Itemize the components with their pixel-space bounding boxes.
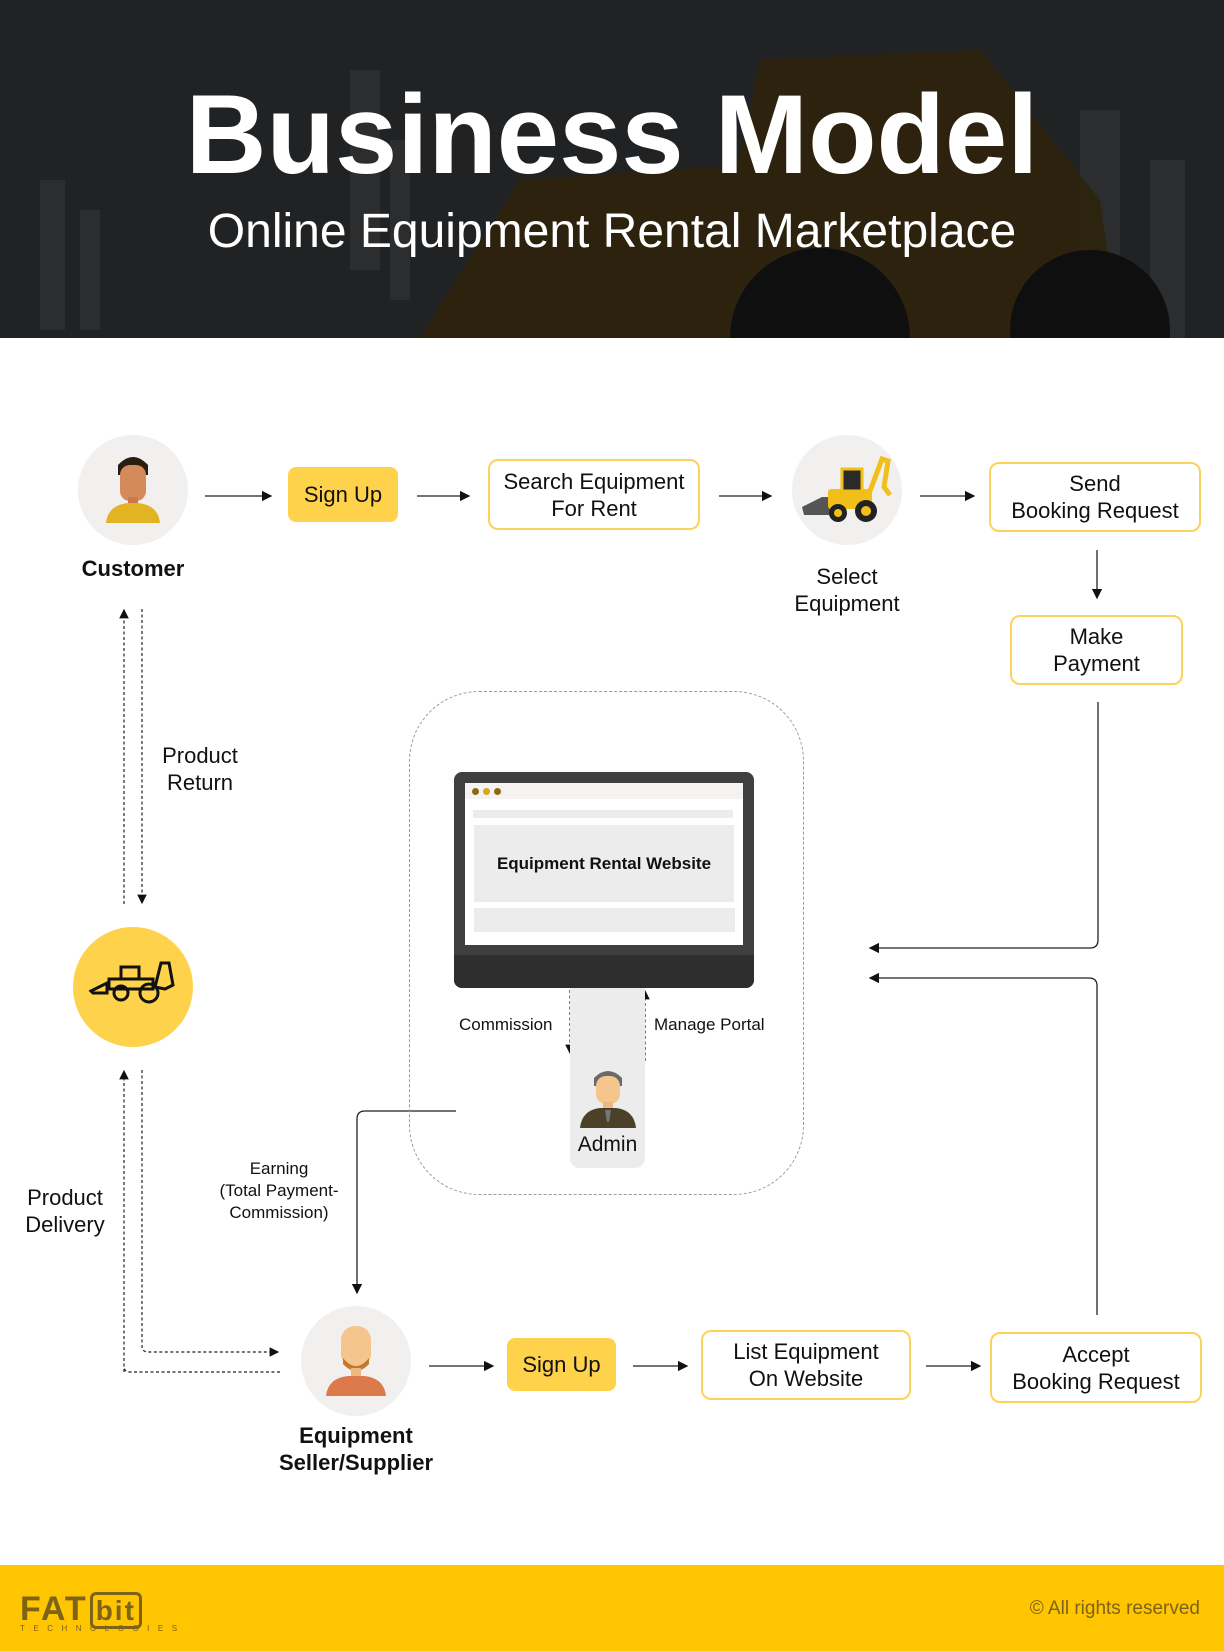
product-return-line-2: Return <box>166 770 234 795</box>
equipment-yellow-circle <box>73 927 193 1047</box>
backhoe-outline-icon <box>88 961 175 1004</box>
product-delivery-label: Product Delivery <box>5 1184 125 1238</box>
arrow-accept-website <box>868 972 1098 1315</box>
search-equipment-box[interactable]: Search Equipment For Rent <box>488 459 700 530</box>
earning-label: Earning (Total Payment- Commission) <box>199 1158 359 1224</box>
website-label: Equipment Rental Website <box>496 853 712 873</box>
select-equipment-circle[interactable] <box>792 435 902 545</box>
page-title: Business Model <box>185 72 1039 197</box>
customer-sign-up-button[interactable]: Sign Up <box>288 467 398 522</box>
website-monitor[interactable]: Equipment Rental Website <box>454 772 754 988</box>
payment-line-1: Make <box>1069 624 1124 649</box>
website-hero-block: Equipment Rental Website <box>474 825 734 902</box>
monitor-chin <box>454 955 754 988</box>
arrow-payment-website <box>868 702 1099 954</box>
product-delivery-line-2: Delivery <box>25 1212 105 1237</box>
search-line-1: Search Equipment <box>503 468 685 494</box>
accept-line-2: Booking Request <box>1012 1368 1180 1394</box>
manage-portal-label: Manage Portal <box>654 1015 765 1034</box>
send-line-1: Send <box>1069 471 1121 496</box>
seller-line-2: Seller/Supplier <box>278 1450 434 1475</box>
select-line-1: Select <box>816 564 878 589</box>
customer-person-icon <box>106 457 160 523</box>
seller-label: Equipment Seller/Supplier <box>256 1422 456 1476</box>
list-equipment-box[interactable]: List Equipment On Website <box>701 1330 911 1400</box>
line-seller-to-delivery <box>123 1365 280 1373</box>
logo-main: FAT <box>20 1590 88 1628</box>
page-subtitle: Online Equipment Rental Marketplace <box>207 205 1017 258</box>
seller-line-1: Equipment <box>299 1423 413 1448</box>
browser-bar <box>465 783 743 799</box>
search-line-2: For Rent <box>551 495 637 521</box>
window-dot-icon <box>494 788 501 795</box>
window-dot-icon <box>483 788 490 795</box>
window-dot-icon <box>472 788 479 795</box>
commission-label: Commission <box>459 1015 553 1034</box>
placeholder-bar <box>473 810 733 818</box>
logo-subtitle: TECHNOLOGIES <box>20 1624 186 1633</box>
seller-avatar <box>301 1306 411 1416</box>
accept-booking-request-box[interactable]: Accept Booking Request <box>990 1332 1202 1403</box>
earning-line-3: Commission) <box>229 1203 329 1222</box>
customer-avatar <box>78 435 188 545</box>
product-return-line-1: Product <box>162 743 238 768</box>
admin-person-icon <box>580 1071 636 1128</box>
backhoe-loader-icon <box>802 455 892 522</box>
select-equipment-label: Select Equipment <box>767 563 927 617</box>
monitor-screen: Equipment Rental Website <box>465 783 743 945</box>
list-line-2: On Website <box>748 1366 864 1391</box>
accept-line-1: Accept <box>1062 1341 1130 1367</box>
customer-label: Customer <box>81 556 185 581</box>
header-banner: Business Model Online Equipment Rental M… <box>0 0 1224 338</box>
placeholder-bar <box>474 908 735 932</box>
make-payment-box[interactable]: Make Payment <box>1010 615 1183 685</box>
send-line-2: Booking Request <box>1011 498 1179 523</box>
seller-sign-up-button[interactable]: Sign Up <box>507 1338 616 1391</box>
copyright-text: © All rights reserved <box>1029 1598 1200 1619</box>
list-line-1: List Equipment <box>733 1339 879 1364</box>
select-line-2: Equipment <box>794 591 900 616</box>
product-return-label: Product Return <box>140 742 260 796</box>
earning-line-1: Earning <box>249 1159 309 1178</box>
product-delivery-line-1: Product <box>27 1185 103 1210</box>
send-booking-request-box[interactable]: Send Booking Request <box>989 462 1201 532</box>
payment-line-2: Payment <box>1053 651 1140 676</box>
admin-label: Admin <box>577 1133 638 1156</box>
earning-line-2: (Total Payment- <box>219 1181 339 1200</box>
seller-person-icon <box>326 1326 386 1396</box>
